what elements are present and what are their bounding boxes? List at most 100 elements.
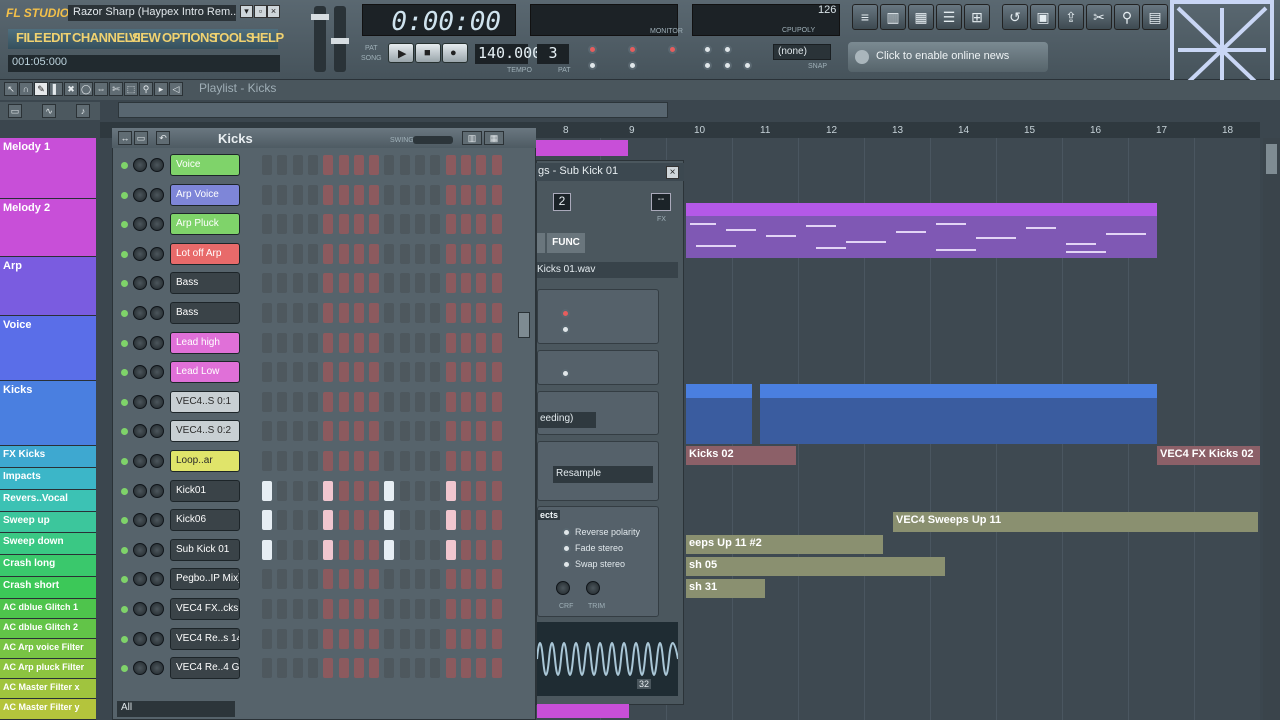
step-button[interactable] — [399, 510, 410, 531]
step-button[interactable] — [323, 184, 334, 205]
step-button[interactable] — [460, 155, 471, 175]
step-button[interactable] — [323, 480, 334, 501]
step-button[interactable] — [323, 599, 334, 619]
keyboard-editor-icon[interactable]: ▦ — [484, 131, 504, 145]
step-button[interactable] — [445, 243, 456, 264]
channel-pan-knob[interactable] — [150, 542, 164, 557]
step-button[interactable] — [460, 480, 471, 501]
step-button[interactable] — [262, 599, 272, 619]
close-icon[interactable]: × — [666, 166, 679, 179]
kicks-clip[interactable]: Kicks — [760, 384, 826, 444]
blend-notes-icon[interactable] — [628, 61, 637, 70]
channel-pan-knob[interactable] — [150, 365, 164, 380]
step-button[interactable] — [338, 332, 349, 353]
step-button[interactable] — [323, 539, 334, 560]
record-button[interactable]: ● — [442, 43, 468, 63]
slice-tool-icon[interactable]: ✄ — [109, 82, 123, 96]
step-button[interactable] — [262, 569, 272, 590]
fx-channel[interactable]: -- — [651, 193, 671, 211]
menu-tools[interactable]: TOOLS — [212, 30, 255, 45]
channel-mute-led[interactable] — [121, 162, 128, 169]
step-button[interactable] — [292, 599, 303, 619]
master-volume-handle[interactable] — [311, 14, 329, 20]
step-button[interactable] — [460, 599, 471, 619]
channel-volume-knob[interactable] — [133, 631, 147, 646]
channel-mute-led[interactable] — [121, 369, 128, 377]
channel-button[interactable]: Pegbo..IP Mix) — [170, 568, 240, 591]
step-button[interactable] — [415, 480, 425, 501]
step-button[interactable] — [384, 362, 395, 383]
step-button[interactable] — [369, 391, 380, 412]
step-button[interactable] — [445, 362, 456, 383]
step-button[interactable] — [476, 362, 487, 383]
step-button[interactable] — [307, 628, 318, 649]
kicks-clip[interactable]: Kicks — [892, 384, 958, 444]
graph-editor-icon[interactable]: ▥ — [462, 131, 482, 145]
fx-kicks-clip[interactable]: Kicks 02 — [686, 446, 796, 465]
mixer-icon[interactable]: ⊞ — [964, 4, 990, 30]
step-button[interactable] — [460, 332, 471, 353]
undo-icon[interactable]: ↶ — [156, 131, 170, 145]
delete-tool-icon[interactable]: ✖ — [64, 82, 78, 96]
step-button[interactable] — [415, 628, 425, 649]
step-button[interactable] — [262, 480, 272, 501]
countdown-icon[interactable] — [628, 45, 637, 54]
step-button[interactable] — [445, 421, 456, 442]
step-button[interactable] — [277, 421, 288, 442]
channel-mute-led[interactable] — [121, 250, 128, 258]
step-button[interactable] — [277, 332, 288, 353]
channel-pan-knob[interactable] — [150, 276, 164, 291]
step-button[interactable] — [353, 569, 364, 590]
step-button[interactable] — [430, 599, 441, 619]
step-button[interactable] — [277, 539, 288, 560]
step-button[interactable] — [491, 184, 502, 205]
step-button[interactable] — [399, 451, 410, 471]
channel-pan-knob[interactable] — [150, 424, 164, 439]
step-button[interactable] — [491, 391, 502, 412]
tempo-display[interactable]: 140.000 — [475, 44, 541, 64]
kicks-clip[interactable]: Kicks — [1024, 384, 1090, 444]
piano-roll-icon[interactable]: ▥ — [880, 4, 906, 30]
track-arp[interactable]: Arp — [0, 257, 96, 316]
step-button[interactable] — [460, 362, 471, 383]
restore-icon[interactable]: ▫ — [254, 5, 267, 18]
step-button[interactable] — [476, 569, 487, 590]
step-button[interactable] — [338, 184, 349, 205]
step-button[interactable] — [430, 184, 441, 205]
step-button[interactable] — [415, 362, 425, 383]
melody-clip[interactable] — [536, 140, 628, 156]
step-button[interactable] — [460, 214, 471, 235]
step-button[interactable] — [476, 214, 487, 235]
step-button[interactable] — [323, 658, 334, 679]
step-button[interactable] — [445, 155, 456, 175]
step-button[interactable] — [277, 391, 288, 412]
sweep-clip[interactable]: VEC4 Sweeps Up 11 — [893, 512, 1258, 532]
step-button[interactable] — [460, 243, 471, 264]
track-sweep-up[interactable]: Sweep up — [0, 512, 96, 533]
step-button[interactable] — [445, 658, 456, 679]
menu-edit[interactable]: EDIT — [43, 30, 71, 45]
step-button[interactable] — [476, 391, 487, 412]
step-button[interactable] — [445, 273, 456, 294]
step-button[interactable] — [399, 599, 410, 619]
step-button[interactable] — [415, 391, 425, 412]
step-button[interactable] — [491, 243, 502, 264]
step-button[interactable] — [338, 628, 349, 649]
vertical-scrollbar[interactable] — [1263, 138, 1280, 720]
step-button[interactable] — [491, 155, 502, 175]
step-button[interactable] — [399, 214, 410, 235]
step-button[interactable] — [307, 391, 318, 412]
mute-tool-icon[interactable]: ◯ — [79, 82, 93, 96]
precompute-radio[interactable] — [561, 369, 570, 378]
step-button[interactable] — [353, 273, 364, 294]
step-button[interactable] — [430, 658, 441, 679]
step-button[interactable] — [445, 539, 456, 560]
step-button[interactable] — [338, 391, 349, 412]
step-button[interactable] — [491, 480, 502, 501]
step-button[interactable] — [307, 155, 318, 175]
step-button[interactable] — [491, 362, 502, 383]
channel-button[interactable]: Lead Low — [170, 361, 240, 384]
step-button[interactable] — [384, 658, 395, 679]
channel-mute-led[interactable] — [121, 576, 128, 584]
channel-pan-knob[interactable] — [150, 661, 164, 676]
